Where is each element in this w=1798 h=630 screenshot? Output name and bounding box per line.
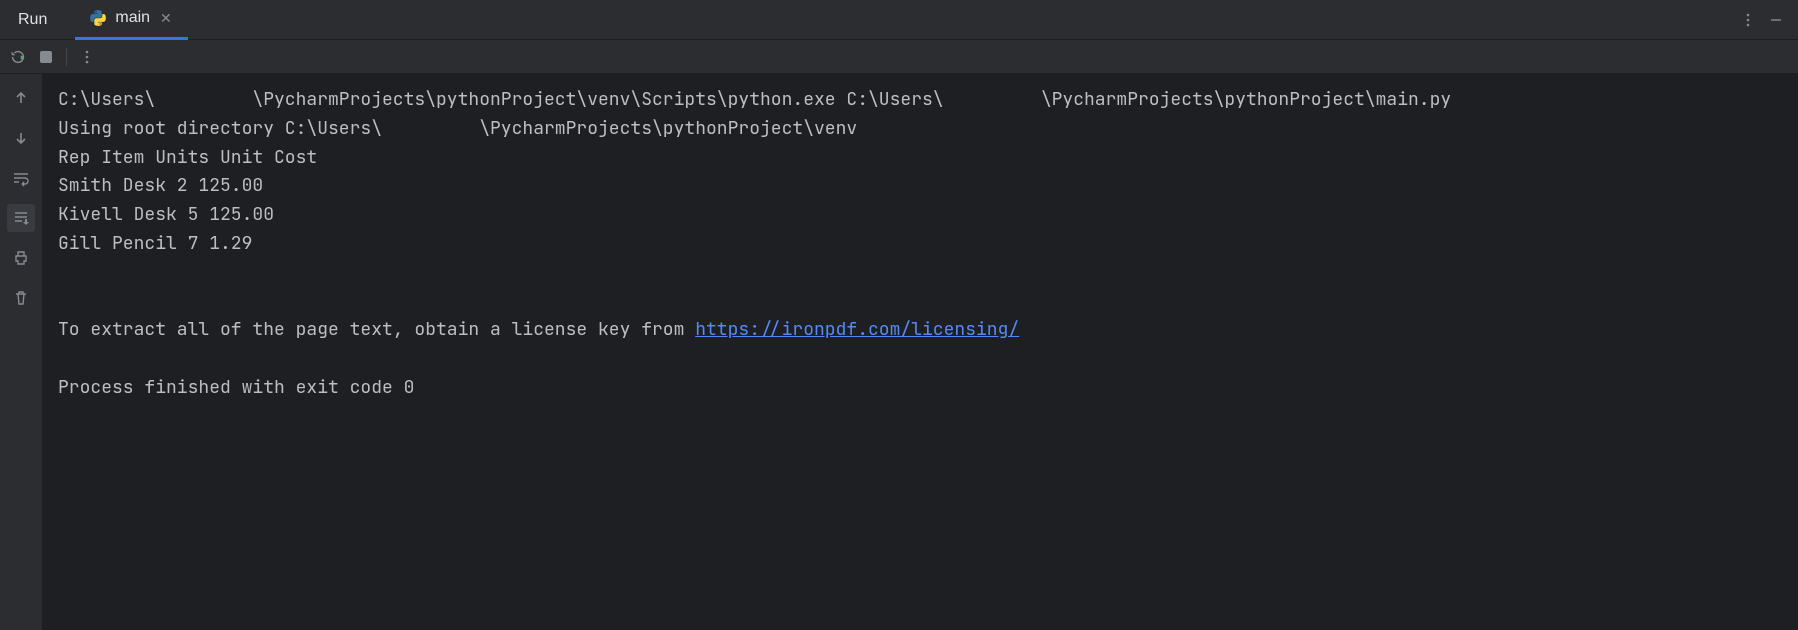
console-output[interactable]: C:\Users\ \PycharmProjects\pythonProject…	[42, 74, 1798, 630]
output-line: C:\Users\	[58, 88, 155, 111]
top-bar: Run main ✕	[0, 0, 1798, 40]
print-icon[interactable]	[7, 244, 35, 272]
stop-button[interactable]	[34, 45, 58, 69]
output-line: \PycharmProjects\pythonProject\venv	[479, 117, 857, 140]
minimize-icon[interactable]	[1762, 6, 1790, 34]
rerun-button[interactable]	[6, 45, 30, 69]
output-line: Kivell Desk 5 125.00	[58, 203, 274, 226]
license-link[interactable]: https://ironpdf.com/licensing/	[695, 318, 1019, 341]
output-line: \PycharmProjects\pythonProject\main.py	[1041, 88, 1451, 111]
options-icon[interactable]	[1734, 6, 1762, 34]
up-stack-icon[interactable]	[7, 84, 35, 112]
exit-line: Process finished with exit code 0	[58, 376, 414, 399]
output-line: Smith Desk 2 125.00	[58, 174, 263, 197]
main-area: C:\Users\ \PycharmProjects\pythonProject…	[0, 74, 1798, 630]
tab-label: main	[115, 9, 150, 27]
output-line: Gill Pencil 7 1.29	[58, 232, 252, 255]
output-line: \PycharmProjects\pythonProject\venv\Scri…	[252, 88, 943, 111]
more-actions-icon[interactable]	[75, 45, 99, 69]
scroll-to-end-icon[interactable]	[7, 204, 35, 232]
run-toolbar	[0, 40, 1798, 74]
run-panel-title: Run	[8, 11, 57, 29]
output-line: To extract all of the page text, obtain …	[58, 318, 695, 341]
output-line: Rep Item Units Unit Cost	[58, 146, 317, 169]
close-tab-icon[interactable]: ✕	[158, 10, 174, 27]
python-icon	[89, 9, 107, 27]
left-gutter	[0, 74, 42, 630]
output-line: Using root directory C:\Users\	[58, 117, 382, 140]
toolbar-divider	[66, 48, 67, 66]
run-config-tab[interactable]: main ✕	[75, 0, 187, 40]
down-stack-icon[interactable]	[7, 124, 35, 152]
soft-wrap-icon[interactable]	[7, 164, 35, 192]
run-tool-window: Run main ✕	[0, 0, 1798, 630]
trash-icon[interactable]	[7, 284, 35, 312]
